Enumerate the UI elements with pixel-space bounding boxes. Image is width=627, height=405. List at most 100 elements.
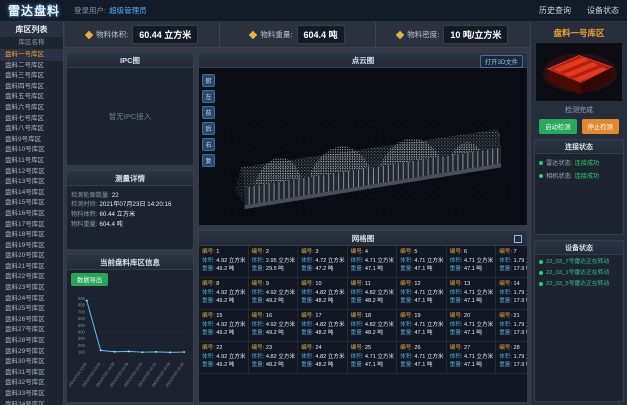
- sidebar-item-area-30[interactable]: 盘料30号库区: [0, 357, 63, 368]
- grid-cell-line: 体积: 4.92 立方米: [252, 321, 296, 330]
- sidebar-item-area-17[interactable]: 盘料17号库区: [0, 220, 63, 231]
- data-export-button[interactable]: 数据导出: [71, 273, 108, 286]
- sidebar-item-area-8[interactable]: 盘料八号库区: [0, 124, 63, 135]
- grid-cell-line: 体积: 4.71 立方米: [351, 257, 395, 266]
- grid-cell-line: 重量: 17.9 吨: [499, 361, 527, 370]
- sidebar-item-area-28[interactable]: 盘料28号库区: [0, 336, 63, 347]
- stat-volume: 物料体积:60.44 立方米: [65, 22, 219, 47]
- ipc-panel-title: IPC图: [67, 53, 193, 68]
- grid-cell-line: 编号: 2: [252, 248, 296, 257]
- grid-chart-title: 网格图: [352, 233, 375, 244]
- sidebar-item-area-26[interactable]: 盘料26号库区: [0, 315, 63, 326]
- view-button-5[interactable]: 右: [202, 138, 215, 151]
- detail-label: 物料重量:: [71, 221, 97, 228]
- cube-icon: [396, 30, 404, 38]
- sidebar-item-area-19[interactable]: 盘料19号库区: [0, 241, 63, 252]
- sidebar-item-area-34[interactable]: 盘料34号库区: [0, 400, 63, 405]
- grid-cell-line: 体积: 1.79 立方米: [499, 257, 527, 266]
- view-button-2[interactable]: 左: [202, 90, 215, 103]
- grid-chart-header: 网格图: [199, 231, 527, 246]
- point-cloud-visualization[interactable]: [199, 68, 527, 225]
- grid-cell-line: 重量: 17.9 吨: [499, 265, 527, 274]
- grid-cell-line: 编号: 17: [301, 312, 345, 321]
- sidebar-item-area-16[interactable]: 盘料16号库区: [0, 209, 63, 220]
- grid-cell-line: 编号: 24: [301, 344, 345, 353]
- grid-cell-line: 重量: 29.5 吨: [252, 265, 296, 274]
- sidebar-item-area-1[interactable]: 盘料一号库区: [0, 50, 63, 61]
- sidebar-item-area-32[interactable]: 盘料32号库区: [0, 378, 63, 389]
- grid-cells: 编号: 1体积: 4.92 立方米重量: 49.2 吨编号: 2体积: 2.95…: [199, 246, 527, 402]
- sidebar-item-area-22[interactable]: 盘料22号库区: [0, 272, 63, 283]
- expand-icon[interactable]: [514, 235, 522, 243]
- sidebar-item-area-27[interactable]: 盘料27号库区: [0, 325, 63, 336]
- sidebar-item-area-14[interactable]: 盘料14号库区: [0, 188, 63, 199]
- status-dot-icon: [539, 174, 543, 178]
- grid-cell-line: 体积: 4.92 立方米: [202, 353, 246, 362]
- grid-cell: 编号: 5体积: 4.71 立方米重量: 47.1 吨: [397, 246, 447, 278]
- grid-cell-line: 体积: 4.82 立方米: [351, 289, 395, 298]
- connection-status-items: 雷达状态:连接成功相机状态:连接成功: [535, 154, 623, 180]
- grid-cell-line: 编号: 3: [301, 248, 345, 257]
- grid-cell-line: 编号: 5: [400, 248, 444, 257]
- sidebar-item-area-4[interactable]: 盘料四号库区: [0, 82, 63, 93]
- sidebar-item-area-13[interactable]: 盘料13号库区: [0, 177, 63, 188]
- menu-device-status[interactable]: 设备状态: [587, 5, 619, 16]
- connection-status-row: 雷达状态:连接成功: [539, 158, 619, 167]
- sidebar-item-area-33[interactable]: 盘料33号库区: [0, 389, 63, 400]
- stat-weight: 物料重量:604.4 吨: [219, 22, 374, 47]
- grid-cell-line: 重量: 47.1 吨: [351, 361, 395, 370]
- device-status-title: 设备状态: [535, 241, 623, 255]
- detection-buttons: 启动检测 停止检测: [539, 119, 618, 134]
- grid-cell-line: 重量: 49.2 吨: [252, 297, 296, 306]
- sidebar-item-area-21[interactable]: 盘料21号库区: [0, 262, 63, 273]
- grid-cell-line: 编号: 23: [252, 344, 296, 353]
- stat-label: 物料密度:: [407, 29, 439, 40]
- stop-detection-button[interactable]: 停止检测: [582, 119, 619, 134]
- grid-cell: 编号: 20体积: 4.71 立方米重量: 47.1 吨: [447, 310, 497, 342]
- grid-cell-line: 重量: 49.2 吨: [202, 297, 246, 306]
- area-list-sidebar: 库区列表 库区名称 盘料一号库区盘料二号库区盘料三号库区盘料四号库区盘料五号库区…: [0, 22, 64, 405]
- sidebar-item-area-7[interactable]: 盘料七号库区: [0, 114, 63, 125]
- login-user-link[interactable]: 超级管理员: [109, 6, 147, 15]
- detail-row: 物料重量:604.4 吨: [71, 221, 189, 228]
- status-dot-icon: [539, 260, 543, 264]
- sidebar-item-area-20[interactable]: 盘料20号库区: [0, 251, 63, 262]
- connection-label: 相机状态:: [546, 171, 572, 180]
- sidebar-item-area-15[interactable]: 盘料15号库区: [0, 198, 63, 209]
- grid-cell-line: 重量: 49.2 吨: [202, 265, 246, 274]
- sidebar-item-area-31[interactable]: 盘料31号库区: [0, 368, 63, 379]
- sidebar-item-area-2[interactable]: 盘料二号库区: [0, 61, 63, 72]
- open-3d-file-button[interactable]: 打开3D文件: [480, 55, 523, 68]
- view-button-1[interactable]: 俯: [202, 74, 215, 87]
- sidebar-item-area-5[interactable]: 盘料五号库区: [0, 92, 63, 103]
- view-button-6[interactable]: 复: [202, 154, 215, 167]
- sidebar-item-area-9[interactable]: 盘料9号库区: [0, 135, 63, 146]
- grid-cell-line: 体积: 4.82 立方米: [351, 321, 395, 330]
- sidebar-item-area-25[interactable]: 盘料25号库区: [0, 304, 63, 315]
- menu-history-query[interactable]: 历史查询: [539, 5, 571, 16]
- sidebar-item-area-23[interactable]: 盘料23号库区: [0, 283, 63, 294]
- sidebar-item-area-10[interactable]: 盘料10号库区: [0, 145, 63, 156]
- ipc-panel: IPC图 暂无IPC接入: [66, 52, 194, 166]
- device-status-text: 22_03_7号雷达正在转动: [546, 259, 609, 266]
- grid-cell-line: 编号: 28: [499, 344, 527, 353]
- sidebar-item-area-18[interactable]: 盘料18号库区: [0, 230, 63, 241]
- sidebar-item-area-3[interactable]: 盘料三号库区: [0, 71, 63, 82]
- grid-cell-line: 编号: 1: [202, 248, 246, 257]
- sidebar-item-area-12[interactable]: 盘料12号库区: [0, 167, 63, 178]
- grid-cell: 编号: 11体积: 4.82 立方米重量: 48.2 吨: [348, 278, 398, 310]
- grid-cell-line: 体积: 1.79 立方米: [499, 321, 527, 330]
- grid-cell-line: 编号: 8: [202, 280, 246, 289]
- start-detection-button[interactable]: 启动检测: [539, 119, 576, 134]
- connection-status-panel: 连接状态 雷达状态:连接成功相机状态:连接成功: [534, 139, 624, 235]
- sidebar-item-area-11[interactable]: 盘料11号库区: [0, 156, 63, 167]
- stat-label: 物料重量:: [260, 29, 292, 40]
- sidebar-item-area-29[interactable]: 盘料29号库区: [0, 347, 63, 358]
- view-button-4[interactable]: 后: [202, 122, 215, 135]
- view-button-3[interactable]: 前: [202, 106, 215, 119]
- device-status-text: 22_03_5号雷达正在转动: [546, 281, 609, 288]
- grid-cell-line: 重量: 47.1 吨: [450, 361, 494, 370]
- sidebar-item-area-24[interactable]: 盘料24号库区: [0, 294, 63, 305]
- area-list[interactable]: 盘料一号库区盘料二号库区盘料三号库区盘料四号库区盘料五号库区盘料六号库区盘料七号…: [0, 50, 63, 405]
- sidebar-item-area-6[interactable]: 盘料六号库区: [0, 103, 63, 114]
